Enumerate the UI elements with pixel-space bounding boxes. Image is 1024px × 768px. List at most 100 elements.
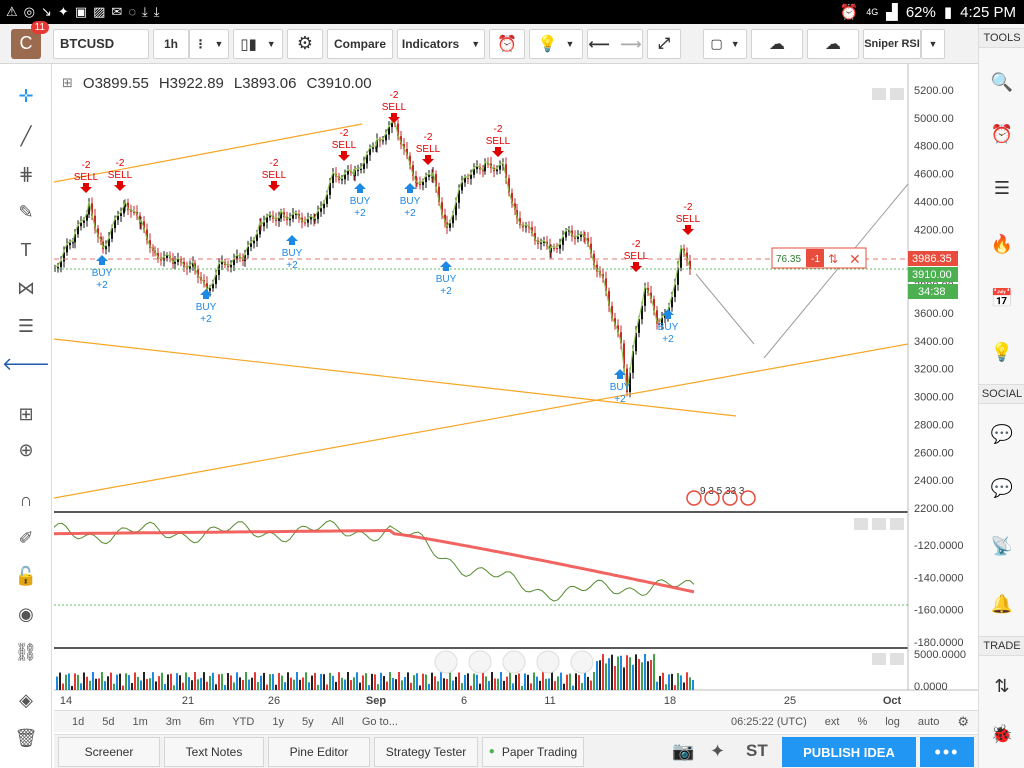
auto-toggle[interactable]: auto xyxy=(909,716,948,728)
volume-bar xyxy=(584,672,586,690)
range-5d[interactable]: 5d xyxy=(93,716,123,728)
gear-icon[interactable]: ⚙ xyxy=(948,714,978,730)
calendar-icon[interactable]: 📅 xyxy=(990,286,1014,310)
range-all[interactable]: All xyxy=(323,716,353,728)
range-6m[interactable]: 6m xyxy=(190,716,223,728)
log-toggle[interactable]: log xyxy=(876,716,909,728)
watchlist-icon[interactable]: 🔍 xyxy=(990,70,1014,94)
candle-body xyxy=(416,183,418,185)
script-name-button[interactable]: Sniper RSI xyxy=(863,28,921,59)
candle-body xyxy=(250,243,252,247)
crosshair-icon[interactable]: ✛ xyxy=(14,84,38,108)
volume-bar xyxy=(113,683,115,690)
script-dropdown[interactable]: ▼ xyxy=(921,28,945,59)
alarm-plus-icon: ⏰ xyxy=(497,35,517,53)
lock-icon[interactable]: 🔓 xyxy=(14,564,38,588)
volume-bar xyxy=(284,682,286,690)
lightbulb-icon[interactable]: 💡 xyxy=(990,340,1014,364)
stocktwits-icon[interactable]: ST xyxy=(746,741,768,761)
tab-strategy-tester[interactable]: Strategy Tester xyxy=(374,736,478,767)
tab-paper-trading[interactable]: ● Paper Trading xyxy=(482,736,584,767)
percent-toggle[interactable]: % xyxy=(848,716,876,728)
private-chat-icon[interactable]: 💬 xyxy=(990,476,1014,500)
alert-button[interactable]: ⏰ xyxy=(489,28,525,59)
tab-screener[interactable]: Screener xyxy=(58,736,160,767)
range-3m[interactable]: 3m xyxy=(157,716,190,728)
brush-icon[interactable]: ✎ xyxy=(14,200,38,224)
volume-bar xyxy=(476,674,478,690)
interval-dropdown[interactable]: ⋮ ▼ xyxy=(189,28,229,59)
save-layout-button[interactable]: ☁ xyxy=(807,28,859,59)
range-5y[interactable]: 5y xyxy=(293,716,323,728)
volume-bar xyxy=(470,685,472,690)
zoom-in-icon[interactable]: ⊕ xyxy=(14,438,38,462)
ideas-button[interactable]: 💡 ▼ xyxy=(529,28,583,59)
price-tick-label: 4400.00 xyxy=(914,196,954,208)
sell-qty-label: -2 xyxy=(424,132,433,143)
interval-button[interactable]: 1h xyxy=(153,28,189,59)
goto-button[interactable]: Go to... xyxy=(353,716,407,728)
trading-icon[interactable]: ⇅ xyxy=(990,674,1014,698)
volume-bar xyxy=(239,677,241,690)
volume-bar xyxy=(620,655,622,690)
price-tick-label: 3000.00 xyxy=(914,392,954,404)
volume-bar xyxy=(302,677,304,690)
range-1m[interactable]: 1m xyxy=(124,716,157,728)
alarm-clock-icon[interactable]: ⏰ xyxy=(990,122,1014,146)
volume-bar xyxy=(680,675,682,690)
camera-icon[interactable]: 📷 xyxy=(672,741,694,762)
stream-icon[interactable]: 📡 xyxy=(990,534,1014,558)
range-1d[interactable]: 1d xyxy=(54,716,93,728)
chart-area[interactable]: 5200.00 5000.00 4800.00 4600.00 4400.00 4200.… xyxy=(53,64,978,710)
avatar[interactable]: C 11 xyxy=(11,20,49,59)
pattern-icon[interactable]: ⋈ xyxy=(14,276,38,300)
pane-control-icon xyxy=(872,653,886,665)
volume-bar xyxy=(410,682,412,690)
bug-icon[interactable]: 🐞 xyxy=(990,722,1014,746)
volume-bar xyxy=(683,682,685,690)
tab-pine-editor[interactable]: Pine Editor xyxy=(268,736,370,767)
zoom-candles-icon[interactable]: ⊞ xyxy=(14,402,38,426)
chat-icon[interactable]: 💬 xyxy=(990,422,1014,446)
range-1y[interactable]: 1y xyxy=(263,716,293,728)
volume-bar xyxy=(140,680,142,690)
text-icon[interactable]: T xyxy=(14,238,38,262)
utc-clock[interactable]: 06:25:22 (UTC) xyxy=(722,716,816,728)
fib-icon[interactable]: ⋕ xyxy=(14,162,38,186)
volume-bar xyxy=(197,679,199,690)
trend-line-icon[interactable]: ╱ xyxy=(14,124,38,148)
load-layout-button[interactable]: ☁ xyxy=(751,28,803,59)
link-icon[interactable]: ⛓ xyxy=(14,640,38,664)
chart-canvas[interactable]: 5200.00 5000.00 4800.00 4600.00 4400.00 4200.… xyxy=(53,64,978,710)
measure-icon[interactable]: ☰ xyxy=(14,314,38,338)
range-ytd[interactable]: YTD xyxy=(223,716,263,728)
legend-toggle-icon[interactable]: ⊞ xyxy=(62,75,73,92)
notifications-icon[interactable]: 🔔 xyxy=(990,592,1014,616)
hotlist-icon[interactable]: 🔥 xyxy=(990,232,1014,256)
redo-icon[interactable]: ⟶ xyxy=(620,35,642,53)
eye-icon[interactable]: ◉ xyxy=(14,602,38,626)
ext-toggle[interactable]: ext xyxy=(816,716,849,728)
twitter-icon[interactable]: ✦ xyxy=(710,741,725,762)
magnet-icon[interactable]: ∩ xyxy=(14,488,38,512)
snapshot-layout-button[interactable]: ▢ ▼ xyxy=(703,28,747,59)
trash-icon[interactable]: 🗑 xyxy=(14,726,38,750)
volume-bar xyxy=(266,684,268,690)
symbol-search[interactable]: BTCUSD xyxy=(53,28,149,59)
fullscreen-button[interactable]: ⤢ xyxy=(647,28,681,59)
chart-style-button[interactable]: ▯▮ ▼ xyxy=(233,28,283,59)
publish-idea-button[interactable]: PUBLISH IDEA xyxy=(782,737,916,767)
stay-drawing-icon[interactable]: ✐ xyxy=(14,526,38,550)
more-options-icon[interactable]: ••• xyxy=(920,737,974,767)
settings-button[interactable]: ⚙ xyxy=(287,28,323,59)
volume-bar xyxy=(173,685,175,690)
layers-icon[interactable]: ◈ xyxy=(14,688,38,712)
volume-bar xyxy=(371,673,373,690)
undo-icon[interactable]: ⟵ xyxy=(588,35,610,53)
last-price-label: 3910.00 xyxy=(912,269,952,281)
back-arrow-icon[interactable]: 🡐 xyxy=(2,352,50,376)
data-window-icon[interactable]: ☰ xyxy=(990,176,1014,200)
indicators-button[interactable]: Indicators ▼ xyxy=(397,28,485,59)
tab-text-notes[interactable]: Text Notes xyxy=(164,736,264,767)
compare-button[interactable]: Compare xyxy=(327,28,393,59)
